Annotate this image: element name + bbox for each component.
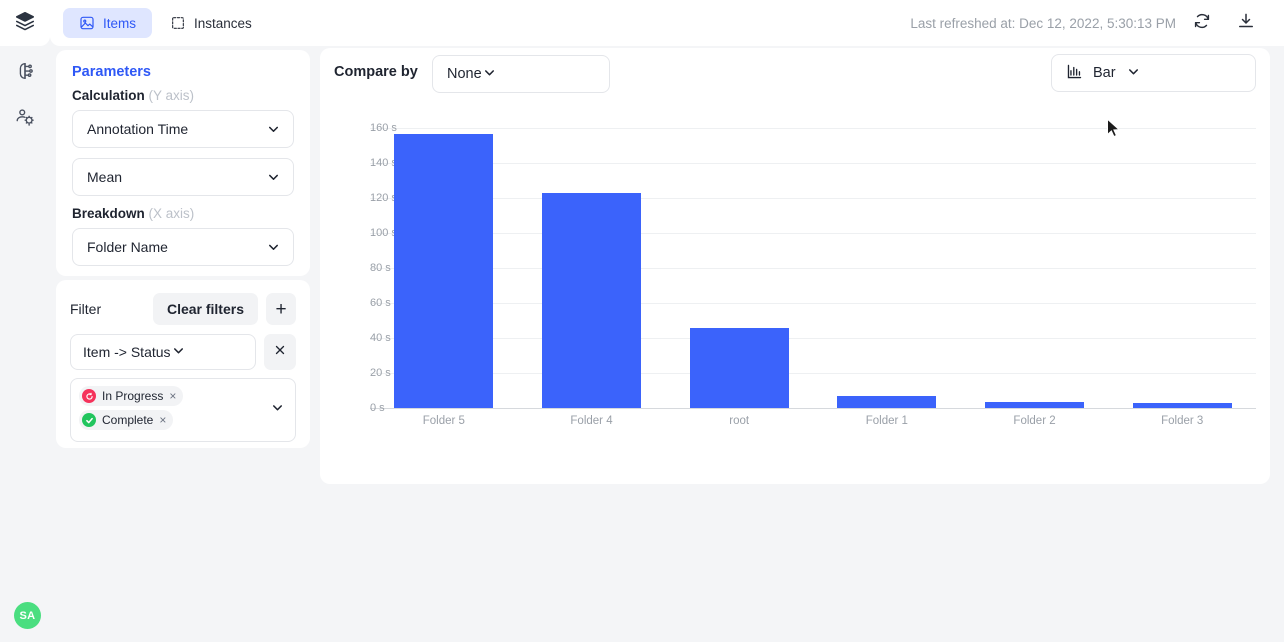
filter-chip-label: In Progress: [102, 389, 164, 403]
filter-field-select[interactable]: Item -> Status: [70, 334, 256, 370]
tab-items-label: Items: [103, 15, 137, 31]
calculation-label-text: Calculation: [72, 88, 145, 103]
remove-filter-button[interactable]: [264, 334, 296, 370]
chart-x-axis: Folder 5 Folder 4 root Folder 1 Folder 2 Fold…: [370, 415, 1256, 427]
compare-by-select[interactable]: None: [432, 55, 610, 93]
chip-remove-icon[interactable]: ×: [169, 389, 176, 403]
filter-header: Filter Clear filters +: [64, 292, 302, 326]
chevron-down-icon: [266, 240, 281, 255]
filter-chip-in-progress[interactable]: In Progress ×: [79, 386, 184, 406]
app-logo[interactable]: [0, 0, 50, 46]
refresh-button[interactable]: [1184, 5, 1220, 41]
chevron-down-icon: [266, 122, 281, 137]
chip-remove-icon[interactable]: ×: [159, 413, 166, 427]
x-axis-tick-label: root: [729, 415, 750, 427]
last-refreshed-text: Last refreshed at: Dec 12, 2022, 5:30:13…: [910, 15, 1176, 31]
sidebar-item-team-settings[interactable]: [0, 96, 50, 142]
sidebar-item-ai[interactable]: [0, 50, 50, 96]
x-axis-tick-label: Folder 1: [865, 415, 908, 427]
in-progress-icon: [82, 389, 96, 403]
chart-bars: [370, 128, 1256, 408]
avatar[interactable]: SA: [14, 602, 41, 629]
breakdown-select[interactable]: Folder Name: [72, 228, 294, 266]
view-tabs: Items Instances: [60, 5, 271, 41]
chevron-down-icon: [266, 170, 281, 185]
bar[interactable]: [1132, 402, 1232, 408]
ai-brain-icon: [14, 60, 36, 87]
plus-icon: +: [275, 298, 287, 320]
breakdown-label: Breakdown (X axis): [64, 206, 302, 221]
bar-slot: [665, 128, 813, 408]
close-icon: [273, 343, 287, 362]
filter-chip-complete[interactable]: Complete ×: [79, 410, 174, 430]
filter-chip-label: Complete: [102, 413, 154, 427]
team-settings-icon: [14, 106, 36, 133]
top-bar: Items Instances Last refreshed at: Dec 1…: [50, 0, 1284, 46]
chart-card: Compare by None Bar 0 s 20 s 40 s 60 s 8…: [320, 48, 1270, 484]
chevron-down-icon: [482, 65, 497, 84]
app-root: SA Items Instances Last refreshed at: De…: [0, 0, 1284, 642]
tab-instances[interactable]: Instances: [154, 8, 268, 38]
clear-filters-label: Clear filters: [166, 301, 244, 317]
x-axis-tick-label: Folder 4: [570, 415, 613, 427]
gridline: [370, 408, 1256, 409]
download-button[interactable]: [1228, 5, 1264, 41]
chart-type-value: Bar: [1093, 65, 1116, 81]
aggregation-select[interactable]: Mean: [72, 158, 294, 196]
breakdown-axis-hint: (X axis): [144, 206, 195, 221]
chevron-down-icon: [1126, 64, 1141, 83]
aggregation-select-value: Mean: [87, 169, 123, 185]
calculation-axis-hint: (Y axis): [144, 88, 195, 103]
bar-slot: [518, 128, 666, 408]
bar[interactable]: [689, 327, 789, 408]
refresh-icon: [1192, 11, 1212, 36]
bar[interactable]: [985, 401, 1085, 408]
compare-by-value: None: [447, 66, 482, 82]
breakdown-select-value: Folder Name: [87, 239, 168, 255]
calculation-label: Calculation (Y axis): [64, 88, 302, 103]
bar-chart-icon: [1066, 63, 1083, 84]
bar-slot: [370, 128, 518, 408]
bar-chart: 0 s 20 s 40 s 60 s 80 s 100 s 120 s 140 s 160 s …: [334, 122, 1256, 476]
chevron-down-icon: [270, 400, 285, 420]
chevron-down-icon: [171, 343, 186, 361]
filter-panel: Filter Clear filters + Item -> Status In…: [56, 280, 310, 448]
check-icon: [82, 413, 96, 427]
x-axis-tick-label: Folder 2: [1013, 415, 1056, 427]
x-axis-tick-label: Folder 5: [422, 415, 465, 427]
parameters-panel: Parameters Calculation (Y axis) Annotati…: [56, 50, 310, 276]
breakdown-label-text: Breakdown: [72, 206, 145, 221]
mouse-cursor: [1106, 118, 1122, 145]
x-axis-tick-label: Folder 3: [1161, 415, 1204, 427]
layers-icon: [14, 10, 36, 37]
bar[interactable]: [542, 192, 641, 408]
add-filter-button[interactable]: +: [266, 293, 296, 325]
page-title: Parameters: [72, 64, 151, 80]
bar-slot: [961, 128, 1109, 408]
tab-items[interactable]: Items: [63, 8, 153, 38]
avatar-initials: SA: [19, 609, 36, 622]
bar[interactable]: [394, 134, 494, 408]
chart-toolbar: Compare by None Bar: [320, 48, 1270, 120]
calculation-select[interactable]: Annotation Time: [72, 110, 294, 148]
chart-type-select[interactable]: Bar: [1051, 54, 1256, 92]
bar-slot: [1108, 128, 1256, 408]
clear-filters-button[interactable]: Clear filters: [152, 293, 258, 325]
bar-slot: [813, 128, 961, 408]
download-icon: [1236, 11, 1256, 36]
filter-field-value: Item -> Status: [83, 344, 171, 360]
left-rail: SA: [0, 0, 50, 642]
instances-icon: [170, 15, 186, 31]
filter-values-select[interactable]: In Progress × Complete ×: [70, 378, 296, 442]
bar[interactable]: [837, 395, 937, 408]
filter-field-row: Item -> Status: [64, 334, 302, 370]
image-icon: [79, 15, 95, 31]
calculation-select-value: Annotation Time: [87, 121, 189, 137]
filter-label: Filter: [70, 301, 102, 317]
compare-by-label: Compare by: [334, 64, 418, 80]
tab-instances-label: Instances: [194, 15, 252, 31]
